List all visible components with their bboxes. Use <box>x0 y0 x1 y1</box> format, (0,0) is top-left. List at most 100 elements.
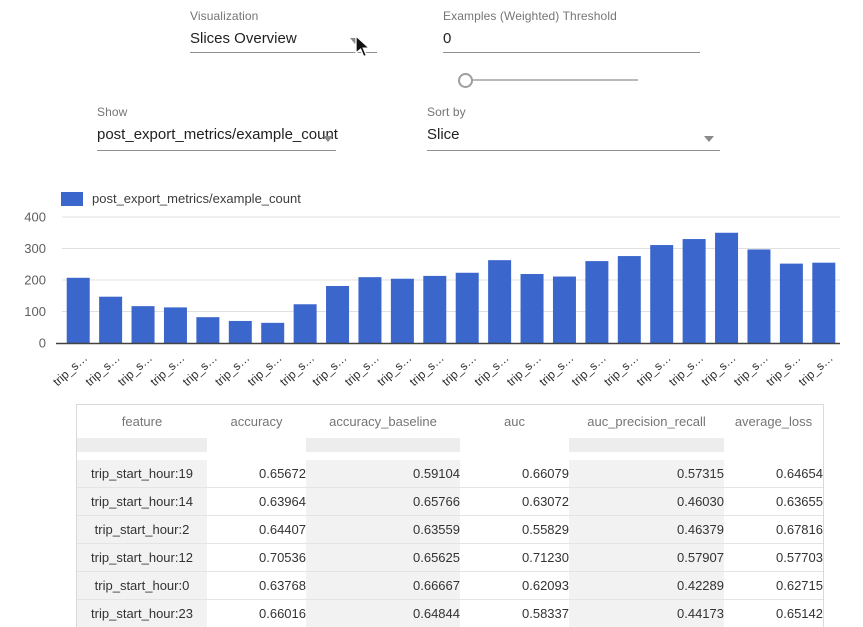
metric-value-cell: 0.66667 <box>306 572 460 600</box>
legend-swatch <box>61 192 83 206</box>
y-axis-tick-label: 300 <box>24 241 46 256</box>
threshold-value[interactable]: 0 <box>443 30 700 47</box>
mouse-cursor-icon <box>354 35 374 59</box>
metric-value-cell: 0.65625 <box>306 544 460 572</box>
filter-cell <box>724 438 823 456</box>
bar[interactable] <box>423 276 446 343</box>
bar[interactable] <box>358 277 381 343</box>
sort-by-dropdown[interactable]: Sort by Slice <box>427 105 720 143</box>
metric-value-cell: 0.57315 <box>569 456 724 488</box>
bar[interactable] <box>812 263 835 343</box>
metric-value-cell: 0.62093 <box>460 572 569 600</box>
bar[interactable] <box>585 261 608 343</box>
x-axis-tick-label: trip_s… <box>796 351 836 386</box>
bar[interactable] <box>650 245 673 343</box>
chart-legend: post_export_metrics/example_count <box>61 191 301 206</box>
y-axis-tick-label: 100 <box>24 304 46 319</box>
metric-value-cell: 0.46030 <box>569 488 724 516</box>
table-row[interactable]: trip_start_hour:120.705360.656250.712300… <box>77 544 823 572</box>
visualization-value[interactable]: Slices Overview <box>190 30 377 47</box>
bar[interactable] <box>488 260 511 343</box>
bar[interactable] <box>715 233 738 343</box>
bar[interactable] <box>132 306 155 343</box>
threshold-slider[interactable] <box>458 71 638 89</box>
column-header-accuracy[interactable]: accuracy <box>207 405 306 438</box>
metric-value-cell: 0.55829 <box>460 516 569 544</box>
bar[interactable] <box>747 249 770 343</box>
bar-chart[interactable]: 0100200300400trip_s…trip_s…trip_s…trip_s… <box>0 210 863 386</box>
bar[interactable] <box>391 279 414 343</box>
bar[interactable] <box>553 277 576 343</box>
y-axis-tick-label: 200 <box>24 273 46 288</box>
visualization-dropdown[interactable]: Visualization Slices Overview <box>190 9 377 47</box>
slicing-metrics-browser: Visualization Slices Overview Examples (… <box>0 0 863 626</box>
visualization-underline <box>190 52 377 53</box>
slider-track[interactable] <box>465 79 638 81</box>
slider-thumb[interactable] <box>458 73 473 88</box>
column-header-auc[interactable]: auc <box>460 405 569 438</box>
table-row[interactable]: trip_start_hour:140.639640.657660.630720… <box>77 488 823 516</box>
table-row[interactable]: trip_start_hour:20.644070.635590.558290.… <box>77 516 823 544</box>
metric-value-cell: 0.59104 <box>306 456 460 488</box>
dropdown-arrow-icon[interactable] <box>704 136 714 142</box>
metrics-table-container: featureaccuracyaccuracy_baselineaucauc_p… <box>76 404 824 627</box>
feature-cell: trip_start_hour:14 <box>77 488 207 516</box>
metric-value-cell: 0.62715 <box>724 572 823 600</box>
metric-value-cell: 0.44173 <box>569 600 724 627</box>
table-row[interactable]: trip_start_hour:230.660160.648440.583370… <box>77 600 823 627</box>
filter-cell <box>569 438 724 456</box>
bar[interactable] <box>780 264 803 343</box>
sort-by-underline <box>427 150 720 151</box>
metric-value-cell: 0.65672 <box>207 456 306 488</box>
bar[interactable] <box>294 304 317 343</box>
feature-cell: trip_start_hour:23 <box>77 600 207 627</box>
bar[interactable] <box>67 278 90 343</box>
feature-cell: trip_start_hour:12 <box>77 544 207 572</box>
metric-value-cell: 0.63964 <box>207 488 306 516</box>
sort-by-label: Sort by <box>427 105 720 119</box>
metrics-table: featureaccuracyaccuracy_baselineaucauc_p… <box>77 405 823 627</box>
dropdown-arrow-icon[interactable] <box>323 136 333 142</box>
show-value[interactable]: post_export_metrics/example_count <box>97 126 336 143</box>
threshold-label: Examples (Weighted) Threshold <box>443 9 700 23</box>
metric-value-cell: 0.70536 <box>207 544 306 572</box>
bar[interactable] <box>683 239 706 343</box>
y-axis-tick-label: 400 <box>24 210 46 225</box>
column-header-average_loss[interactable]: average_loss <box>724 405 823 438</box>
show-underline <box>97 150 336 151</box>
bar[interactable] <box>164 307 187 343</box>
table-row[interactable]: trip_start_hour:190.656720.591040.660790… <box>77 456 823 488</box>
bar[interactable] <box>326 286 349 343</box>
metric-value-cell: 0.66016 <box>207 600 306 627</box>
bar[interactable] <box>229 321 252 343</box>
metrics-table-body: trip_start_hour:190.656720.591040.660790… <box>77 456 823 627</box>
y-axis-tick-label: 0 <box>39 336 46 351</box>
show-label: Show <box>97 105 336 119</box>
column-header-accuracy_baseline[interactable]: accuracy_baseline <box>306 405 460 438</box>
metric-value-cell: 0.67816 <box>724 516 823 544</box>
bar[interactable] <box>261 323 284 343</box>
threshold-underline <box>443 52 700 53</box>
feature-cell: trip_start_hour:2 <box>77 516 207 544</box>
column-header-auc_precision_recall[interactable]: auc_precision_recall <box>569 405 724 438</box>
metric-value-cell: 0.46379 <box>569 516 724 544</box>
column-header-feature[interactable]: feature <box>77 405 207 438</box>
feature-cell: trip_start_hour:0 <box>77 572 207 600</box>
visualization-label: Visualization <box>190 9 377 23</box>
table-row[interactable]: trip_start_hour:00.637680.666670.62093 0.… <box>77 572 823 600</box>
metric-value-cell: 0.64844 <box>306 600 460 627</box>
bar[interactable] <box>196 317 219 343</box>
legend-label: post_export_metrics/example_count <box>92 191 301 206</box>
filter-cell <box>77 438 207 456</box>
sort-by-value[interactable]: Slice <box>427 126 720 143</box>
bar[interactable] <box>521 274 544 343</box>
bar[interactable] <box>618 256 641 343</box>
metric-value-cell: 0.63559 <box>306 516 460 544</box>
show-metric-dropdown[interactable]: Show post_export_metrics/example_count <box>97 105 336 143</box>
bar[interactable] <box>456 273 479 343</box>
metric-value-cell: 0.57907 <box>569 544 724 572</box>
bar[interactable] <box>99 297 122 343</box>
metric-value-cell: 0.63768 <box>207 572 306 600</box>
feature-cell: trip_start_hour:19 <box>77 456 207 488</box>
threshold-input-group[interactable]: Examples (Weighted) Threshold 0 <box>443 9 700 47</box>
